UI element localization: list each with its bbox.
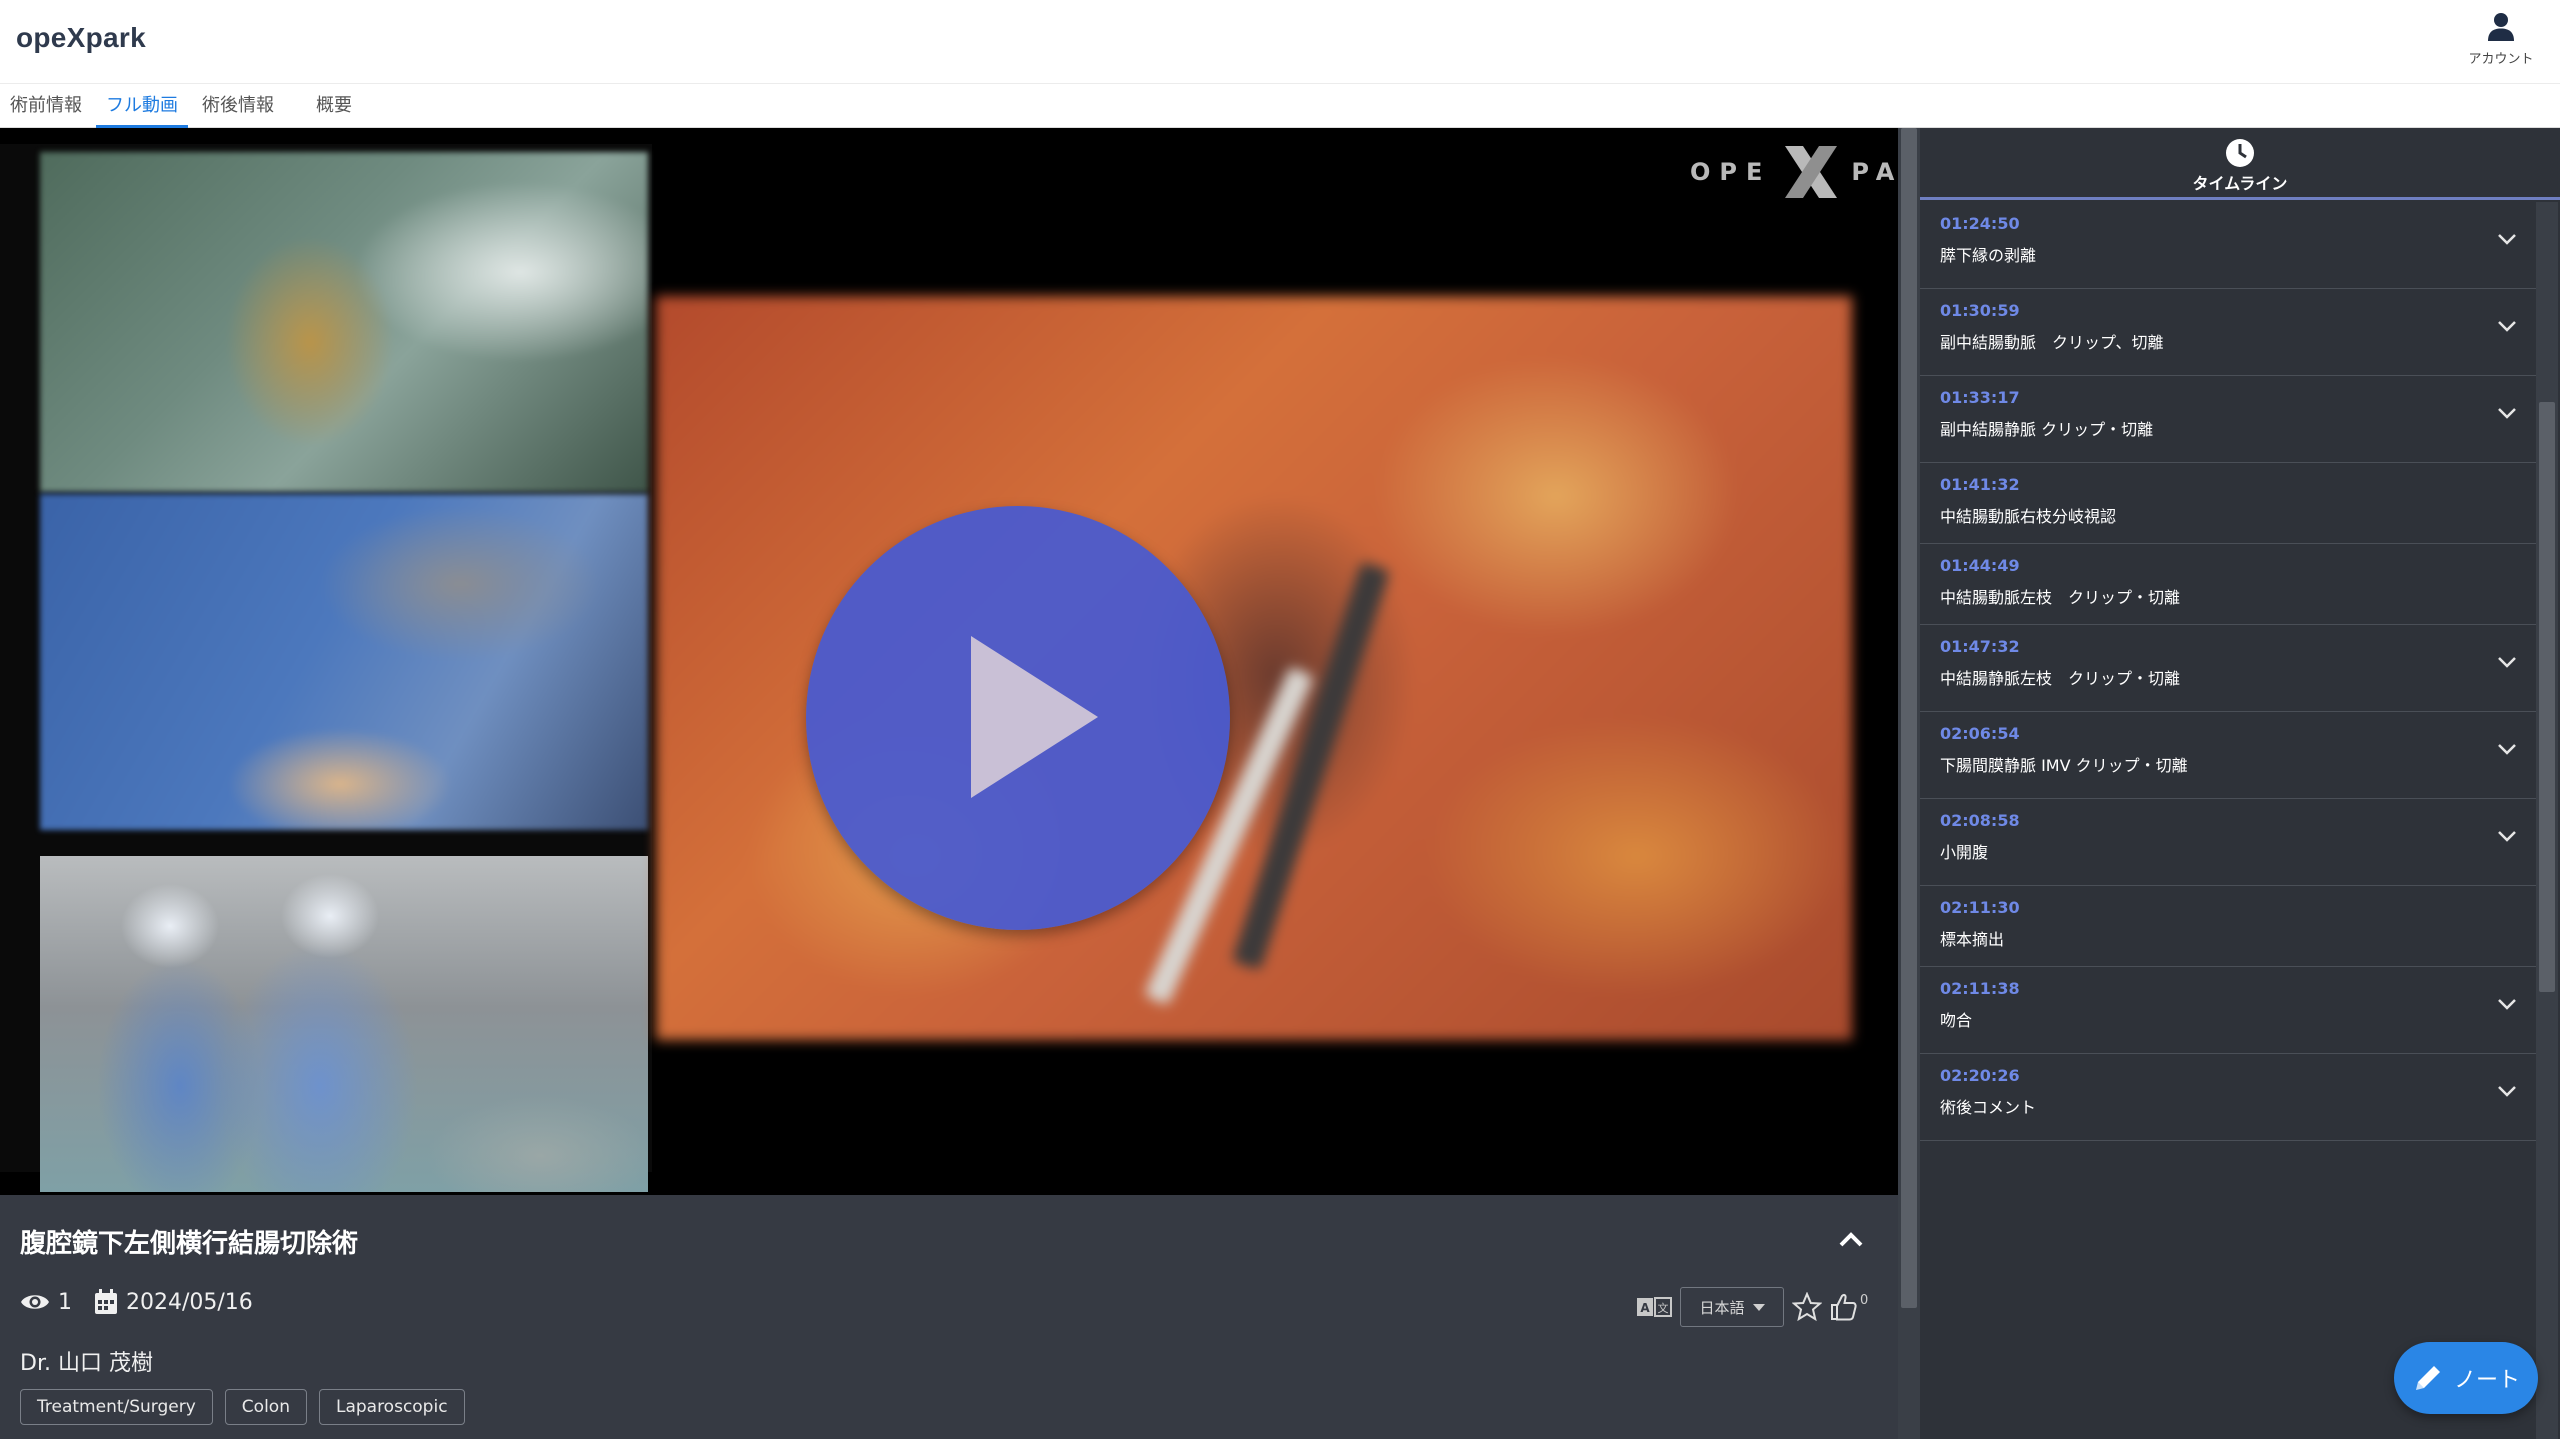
- camera-views-column: [0, 144, 652, 1192]
- timeline-item[interactable]: 01:44:49 中結腸動脈左枝 クリップ・切離: [1920, 544, 2536, 625]
- chevron-down-icon[interactable]: [2496, 825, 2518, 847]
- video-title: 腹腔鏡下左側横行結腸切除術: [20, 1229, 359, 1259]
- timeline-item-time: 02:08:58: [1940, 811, 2020, 830]
- caret-down-icon: [1752, 1303, 1765, 1311]
- play-button[interactable]: [806, 506, 1230, 930]
- chevron-down-icon[interactable]: [2496, 315, 2518, 337]
- timeline-item-time: 01:30:59: [1940, 301, 2020, 320]
- tag-laparoscopic[interactable]: Laparoscopic: [318, 1389, 465, 1425]
- thumbs-up-icon[interactable]: [1830, 1292, 1858, 1322]
- view-count: 1: [58, 1289, 72, 1315]
- page-scrollbar[interactable]: [1898, 128, 1920, 1439]
- timeline-header[interactable]: タイムライン: [1920, 128, 2560, 200]
- language-select[interactable]: 日本語: [1680, 1287, 1784, 1327]
- timeline-item[interactable]: 01:47:32 中結腸静脈左枝 クリップ・切離: [1920, 625, 2536, 712]
- timeline-item[interactable]: 02:08:58 小開腹: [1920, 799, 2536, 886]
- tab-overview[interactable]: 概要: [306, 84, 362, 128]
- video-info-panel: 腹腔鏡下左側横行結腸切除術 1 2024/05/16 Dr. 山口 茂樹 Tre…: [0, 1195, 1898, 1439]
- watermark-x-icon: [1785, 146, 1838, 198]
- timeline-item-label: 標本摘出: [1940, 930, 2005, 949]
- timeline-scrollbar[interactable]: [2536, 202, 2558, 1439]
- timeline-item-time: 02:20:26: [1940, 1066, 2020, 1085]
- timeline-item[interactable]: 01:24:50 膵下縁の剥離: [1920, 202, 2536, 289]
- timeline-item[interactable]: 02:20:26 術後コメント: [1920, 1054, 2536, 1141]
- timeline-scrollbar-thumb[interactable]: [2539, 402, 2555, 992]
- page-scrollbar-thumb[interactable]: [1901, 128, 1917, 1308]
- camera-view-overhead: [40, 152, 648, 492]
- pencil-icon: [2415, 1366, 2440, 1390]
- timeline-item-label: 小開腹: [1940, 843, 1989, 862]
- timeline-item-label: 術後コメント: [1940, 1098, 2037, 1117]
- video-actions: A 文 日本語 0: [1636, 1287, 1868, 1327]
- timeline-item-label: 副中結腸静脈 クリップ・切離: [1940, 420, 2154, 439]
- tag-colon[interactable]: Colon: [224, 1389, 307, 1425]
- app-logo[interactable]: opeXpark: [16, 22, 146, 54]
- publish-date: 2024/05/16: [126, 1289, 253, 1315]
- svg-text:文: 文: [1658, 1301, 1669, 1315]
- eye-icon: [21, 1295, 49, 1309]
- timeline-item-label: 中結腸静脈左枝 クリップ・切離: [1940, 669, 2181, 688]
- tab-bar: 術前情報 フル動画 術後情報 概要: [0, 84, 2560, 128]
- tab-preop[interactable]: 術前情報: [0, 84, 92, 128]
- chevron-down-icon[interactable]: [2496, 738, 2518, 760]
- opexpark-watermark: OPE PARK: [1690, 142, 1898, 202]
- chevron-down-icon[interactable]: [2496, 651, 2518, 673]
- timeline-item-label: 中結腸動脈右枝分岐視認: [1940, 507, 2117, 526]
- top-header: opeXpark アカウント: [0, 0, 2560, 84]
- chevron-down-icon[interactable]: [2496, 228, 2518, 250]
- timeline-item-label: 下腸間膜静脈 IMV クリップ・切離: [1940, 756, 2188, 775]
- watermark-text-left: OPE: [1690, 158, 1772, 186]
- surgeon-name: Dr. 山口 茂樹: [20, 1351, 153, 1376]
- tab-postop[interactable]: 術後情報: [192, 84, 284, 128]
- app-root: opeXpark アカウント 術前情報 フル動画 術後情報 概要 OPE PA …: [0, 0, 2560, 1439]
- star-icon[interactable]: [1792, 1292, 1822, 1322]
- timeline-item-time: 02:11:30: [1940, 898, 2020, 917]
- timeline-item[interactable]: 01:30:59 副中結腸動脈 クリップ、切離: [1920, 289, 2536, 376]
- note-button[interactable]: ノート: [2394, 1342, 2538, 1414]
- svg-text:A: A: [1640, 1301, 1650, 1315]
- like-count: 0: [1860, 1292, 1869, 1308]
- clock-icon: [2226, 139, 2254, 167]
- tag-list: Treatment/Surgery Colon Laparoscopic: [20, 1389, 465, 1425]
- timeline-item-label: 吻合: [1940, 1011, 1973, 1030]
- tag-treatment-surgery[interactable]: Treatment/Surgery: [20, 1389, 213, 1425]
- camera-view-monitor: [40, 494, 648, 830]
- account-button[interactable]: アカウント: [2456, 12, 2546, 76]
- play-icon: [971, 636, 1098, 798]
- timeline-item-label: 中結腸動脈左枝 クリップ・切離: [1940, 588, 2181, 607]
- watermark-text-right: PARK: [1851, 158, 1898, 186]
- language-select-value: 日本語: [1699, 1298, 1745, 1317]
- chevron-down-icon[interactable]: [2496, 993, 2518, 1015]
- chevron-down-icon[interactable]: [2496, 1080, 2518, 1102]
- camera-view-operating-room: [40, 856, 648, 1192]
- calendar-icon: [95, 1289, 117, 1314]
- chevron-up-icon[interactable]: [1836, 1225, 1866, 1255]
- timeline-item-time: 01:44:49: [1940, 556, 2020, 575]
- timeline-item-label: 副中結腸動脈 クリップ、切離: [1940, 333, 2164, 352]
- tab-full-video[interactable]: フル動画: [96, 84, 188, 128]
- translate-icon[interactable]: A 文: [1636, 1296, 1672, 1318]
- note-button-label: ノート: [2453, 1368, 2520, 1393]
- timeline-item[interactable]: 01:33:17 副中結腸静脈 クリップ・切離: [1920, 376, 2536, 463]
- timeline-item-time: 02:06:54: [1940, 724, 2020, 743]
- timeline-item-time: 01:47:32: [1940, 637, 2020, 656]
- timeline-item[interactable]: 02:11:38 吻合: [1920, 967, 2536, 1054]
- timeline-list: 01:24:50 膵下縁の剥離 01:30:59 副中結腸動脈 クリップ、切離 01:3…: [1920, 202, 2536, 1141]
- timeline-item-time: 02:11:38: [1940, 979, 2020, 998]
- timeline-item-time: 01:41:32: [1940, 475, 2020, 494]
- timeline-panel: タイムライン 01:24:50 膵下縁の剥離 01:30:59 副中結腸動脈 クリップ…: [1920, 128, 2560, 1439]
- timeline-item[interactable]: 02:11:30 標本摘出: [1920, 886, 2536, 967]
- user-icon: [2488, 13, 2514, 41]
- chevron-down-icon[interactable]: [2496, 402, 2518, 424]
- timeline-item[interactable]: 02:06:54 下腸間膜静脈 IMV クリップ・切離: [1920, 712, 2536, 799]
- video-player[interactable]: OPE PARK: [0, 128, 1898, 1195]
- timeline-item-time: 01:24:50: [1940, 214, 2020, 233]
- timeline-title: タイムライン: [2192, 174, 2288, 193]
- account-label: アカウント: [2468, 52, 2534, 67]
- timeline-item-time: 01:33:17: [1940, 388, 2020, 407]
- timeline-item-label: 膵下縁の剥離: [1940, 246, 2037, 265]
- timeline-item[interactable]: 01:41:32 中結腸動脈右枝分岐視認: [1920, 463, 2536, 544]
- video-meta: 1 2024/05/16: [20, 1287, 253, 1317]
